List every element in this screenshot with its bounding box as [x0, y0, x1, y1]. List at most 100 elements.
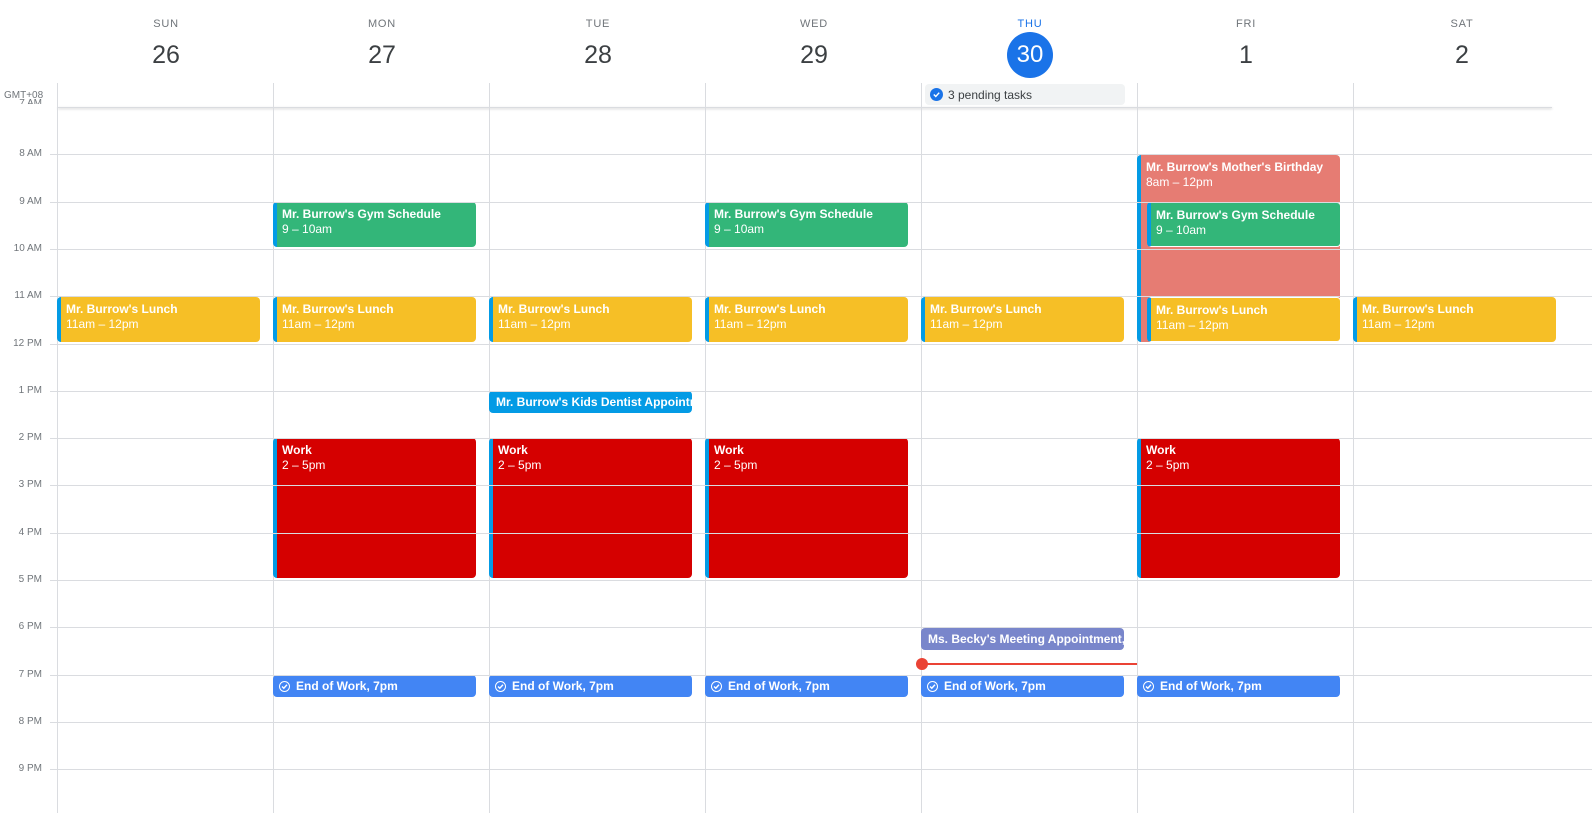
task-label: End of Work, 7pm — [512, 678, 614, 693]
task-check-icon — [930, 88, 943, 101]
day-name-today: THU — [1017, 18, 1043, 30]
pending-tasks-label: 3 pending tasks — [948, 87, 1033, 102]
hour-gridline — [50, 391, 1592, 392]
pending-tasks-chip[interactable]: 3 pending tasks — [925, 84, 1125, 105]
event-title: Mr. Burrow's Lunch — [1362, 302, 1474, 316]
event-title: Mr. Burrow's Lunch — [66, 302, 178, 316]
event-lunch-sat[interactable]: Mr. Burrow's Lunch 11am – 12pm — [1353, 297, 1556, 342]
day-number-today[interactable]: 30 — [1007, 32, 1053, 78]
day-name: MON — [367, 18, 397, 30]
event-lunch-tue[interactable]: Mr. Burrow's Lunch 11am – 12pm — [489, 297, 692, 342]
day-name: SUN — [153, 18, 179, 30]
task-label: End of Work, 7pm — [296, 678, 398, 693]
event-title: Mr. Burrow's Lunch — [282, 302, 394, 316]
hour-gridline — [50, 580, 1592, 581]
event-title: Ms. Becky's Meeting Appointment, 6 — [928, 632, 1124, 646]
event-becky-meeting[interactable]: Ms. Becky's Meeting Appointment, 6 — [921, 628, 1124, 650]
day-name: WED — [799, 18, 829, 30]
event-time: 2 – 5pm — [498, 458, 542, 472]
hour-label: 5 PM — [18, 574, 42, 585]
task-check-icon — [927, 680, 938, 692]
day-number[interactable]: 1 — [1138, 38, 1354, 72]
day-name: SAT — [1450, 18, 1474, 30]
task-check-icon — [1143, 680, 1154, 692]
event-title: Mr. Burrow's Lunch — [1156, 303, 1268, 317]
event-work-mon[interactable]: Work 2 – 5pm — [273, 438, 476, 578]
hour-label: 9 AM — [19, 196, 42, 207]
hour-gridline — [50, 533, 1592, 534]
event-work-tue[interactable]: Work 2 – 5pm — [489, 438, 692, 578]
event-gym-fri[interactable]: Mr. Burrow's Gym Schedule 9 – 10am — [1147, 202, 1341, 247]
event-title: Work — [1146, 443, 1176, 457]
event-lunch-mon[interactable]: Mr. Burrow's Lunch 11am – 12pm — [273, 297, 476, 342]
event-title: Mr. Burrow's Mother's Birthday — [1146, 160, 1324, 174]
hour-label: 7 PM — [18, 669, 42, 680]
event-title: Mr. Burrow's Gym Schedule — [282, 207, 441, 221]
event-title: Mr. Burrow's Kids Dentist Appointment — [496, 395, 692, 409]
event-title: Mr. Burrow's Lunch — [498, 302, 610, 316]
day-name: TUE — [585, 18, 611, 30]
hour-label: 2 PM — [18, 432, 42, 443]
day-number[interactable]: 29 — [706, 38, 922, 72]
event-title: Mr. Burrow's Lunch — [714, 302, 826, 316]
task-label: End of Work, 7pm — [1160, 678, 1262, 693]
event-gym-wed[interactable]: Mr. Burrow's Gym Schedule 9 – 10am — [705, 202, 908, 247]
hour-gridline — [50, 202, 1592, 203]
event-time: 11am – 12pm — [714, 317, 787, 331]
task-label: End of Work, 7pm — [944, 678, 1046, 693]
hour-label: 9 PM — [18, 763, 42, 774]
event-gym-mon[interactable]: Mr. Burrow's Gym Schedule 9 – 10am — [273, 202, 476, 247]
hour-gridline — [50, 627, 1592, 628]
day-number[interactable]: 26 — [58, 38, 274, 72]
day-divider — [1353, 83, 1354, 813]
day-number[interactable]: 28 — [490, 38, 706, 72]
hour-label: 8 PM — [18, 716, 42, 727]
event-time: 2 – 5pm — [714, 458, 758, 472]
event-time: 11am – 12pm — [282, 317, 355, 331]
task-end-of-work-tue[interactable]: End of Work, 7pm — [489, 675, 692, 697]
event-time: 2 – 5pm — [282, 458, 326, 472]
event-time: 11am – 12pm — [66, 317, 139, 331]
day-number[interactable]: 27 — [274, 38, 490, 72]
event-time: 9 – 10am — [282, 222, 333, 236]
task-check-icon — [711, 680, 722, 692]
event-lunch-wed[interactable]: Mr. Burrow's Lunch 11am – 12pm — [705, 297, 908, 342]
task-end-of-work-mon[interactable]: End of Work, 7pm — [273, 675, 476, 697]
event-time: 2 – 5pm — [1146, 458, 1190, 472]
event-time: 8am – 12pm — [1146, 175, 1213, 189]
event-lunch-thu[interactable]: Mr. Burrow's Lunch 11am – 12pm — [921, 297, 1124, 342]
event-lunch-sun[interactable]: Mr. Burrow's Lunch 11am – 12pm — [57, 297, 260, 342]
hour-label: 6 PM — [18, 621, 42, 632]
task-end-of-work-fri[interactable]: End of Work, 7pm — [1137, 675, 1340, 697]
event-work-fri[interactable]: Work 2 – 5pm — [1137, 438, 1340, 578]
current-time-dot — [916, 658, 928, 670]
all-day-divider — [58, 107, 1552, 108]
task-end-of-work-wed[interactable]: End of Work, 7pm — [705, 675, 908, 697]
task-check-icon — [495, 680, 506, 692]
hour-label: 10 AM — [13, 243, 42, 254]
hour-gridline — [50, 154, 1592, 155]
event-lunch-fri[interactable]: Mr. Burrow's Lunch 11am – 12pm — [1147, 297, 1341, 342]
hour-gridline — [50, 296, 1592, 297]
event-title: Mr. Burrow's Gym Schedule — [1156, 208, 1315, 222]
hour-gridline — [50, 249, 1592, 250]
event-title: Work — [714, 443, 744, 457]
event-kids-dentist[interactable]: Mr. Burrow's Kids Dentist Appointment — [489, 391, 692, 413]
task-check-icon — [279, 680, 290, 692]
hour-label: 8 AM — [19, 148, 42, 159]
event-work-wed[interactable]: Work 2 – 5pm — [705, 438, 908, 578]
day-divider — [57, 83, 58, 813]
event-time: 9 – 10am — [714, 222, 765, 236]
hour-label: 11 AM — [14, 290, 42, 301]
hour-label: 7 AM — [19, 98, 42, 104]
task-label: End of Work, 7pm — [728, 678, 830, 693]
task-end-of-work-thu[interactable]: End of Work, 7pm — [921, 675, 1124, 697]
hour-gridline — [50, 485, 1592, 486]
hour-label: 1 PM — [18, 385, 42, 396]
hour-gridline — [50, 769, 1592, 770]
event-time: 11am – 12pm — [498, 317, 571, 331]
day-number[interactable]: 2 — [1354, 38, 1570, 72]
day-name: FRI — [1235, 18, 1257, 30]
hour-label: 4 PM — [18, 527, 42, 538]
hour-label: 3 PM — [18, 479, 42, 490]
